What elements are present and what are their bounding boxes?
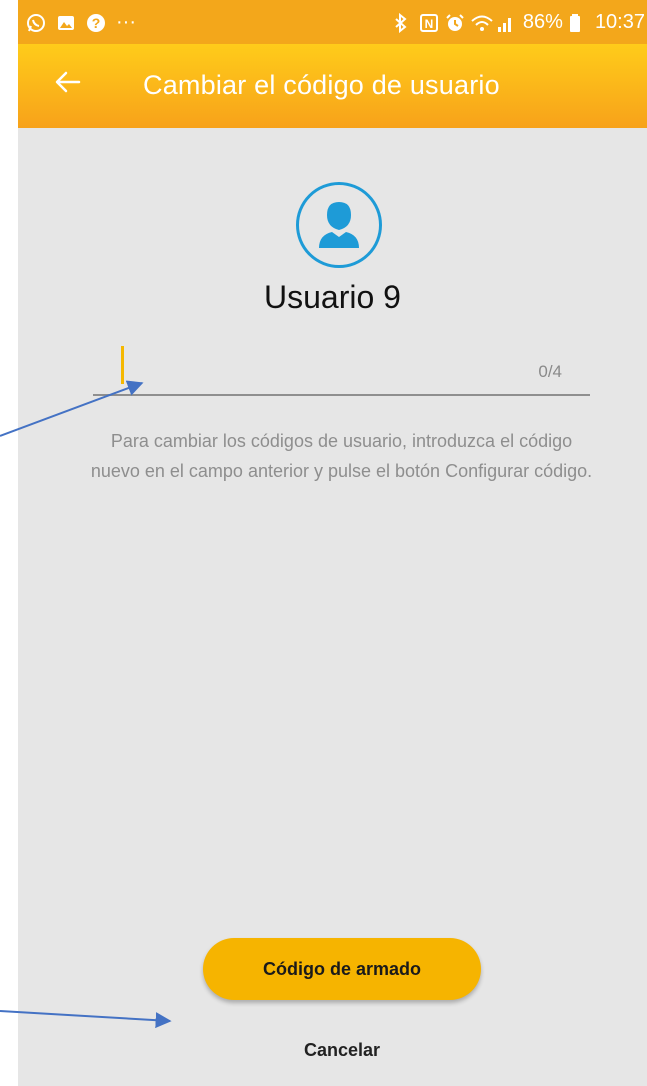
user-name: Usuario 9 (264, 279, 401, 315)
wifi-icon (471, 13, 493, 33)
svg-text:?: ? (92, 15, 101, 31)
signal-icon (497, 13, 517, 33)
status-right: N 86% 10:37 (393, 11, 645, 34)
battery-level: 86% (522, 11, 563, 33)
status-more: ··· (116, 11, 136, 33)
back-button[interactable] (48, 64, 88, 104)
avatar (296, 182, 382, 268)
nfc-icon: N (419, 13, 439, 33)
page-title: Cambiar el código de usuario (143, 70, 500, 100)
help-text: Para cambiar los códigos de usuario, int… (90, 431, 593, 481)
svg-text:N: N (425, 17, 434, 31)
code-field[interactable]: 0/4 (93, 340, 590, 398)
arrow-left-icon (55, 71, 81, 98)
arming-code-button[interactable]: Código de armado (203, 938, 481, 1000)
help-icon: ? (86, 13, 106, 33)
phone-screen: ? ··· N 86% 10:37 Cambiar el código de u… (18, 0, 647, 1086)
whatsapp-icon (26, 13, 46, 33)
status-bar: ? ··· N 86% 10:37 (18, 0, 647, 44)
app-bar: Cambiar el código de usuario (18, 44, 647, 128)
status-time: 10:37 (594, 11, 645, 33)
gallery-icon (56, 13, 76, 33)
text-cursor (121, 346, 124, 384)
cancel-button[interactable]: Cancelar (240, 1028, 444, 1072)
bluetooth-icon (393, 12, 413, 33)
battery-icon (569, 13, 589, 33)
character-counter: 0/4 (538, 362, 562, 381)
alarm-icon (445, 13, 465, 33)
status-left: ? ··· (26, 11, 136, 34)
field-underline (93, 394, 590, 396)
